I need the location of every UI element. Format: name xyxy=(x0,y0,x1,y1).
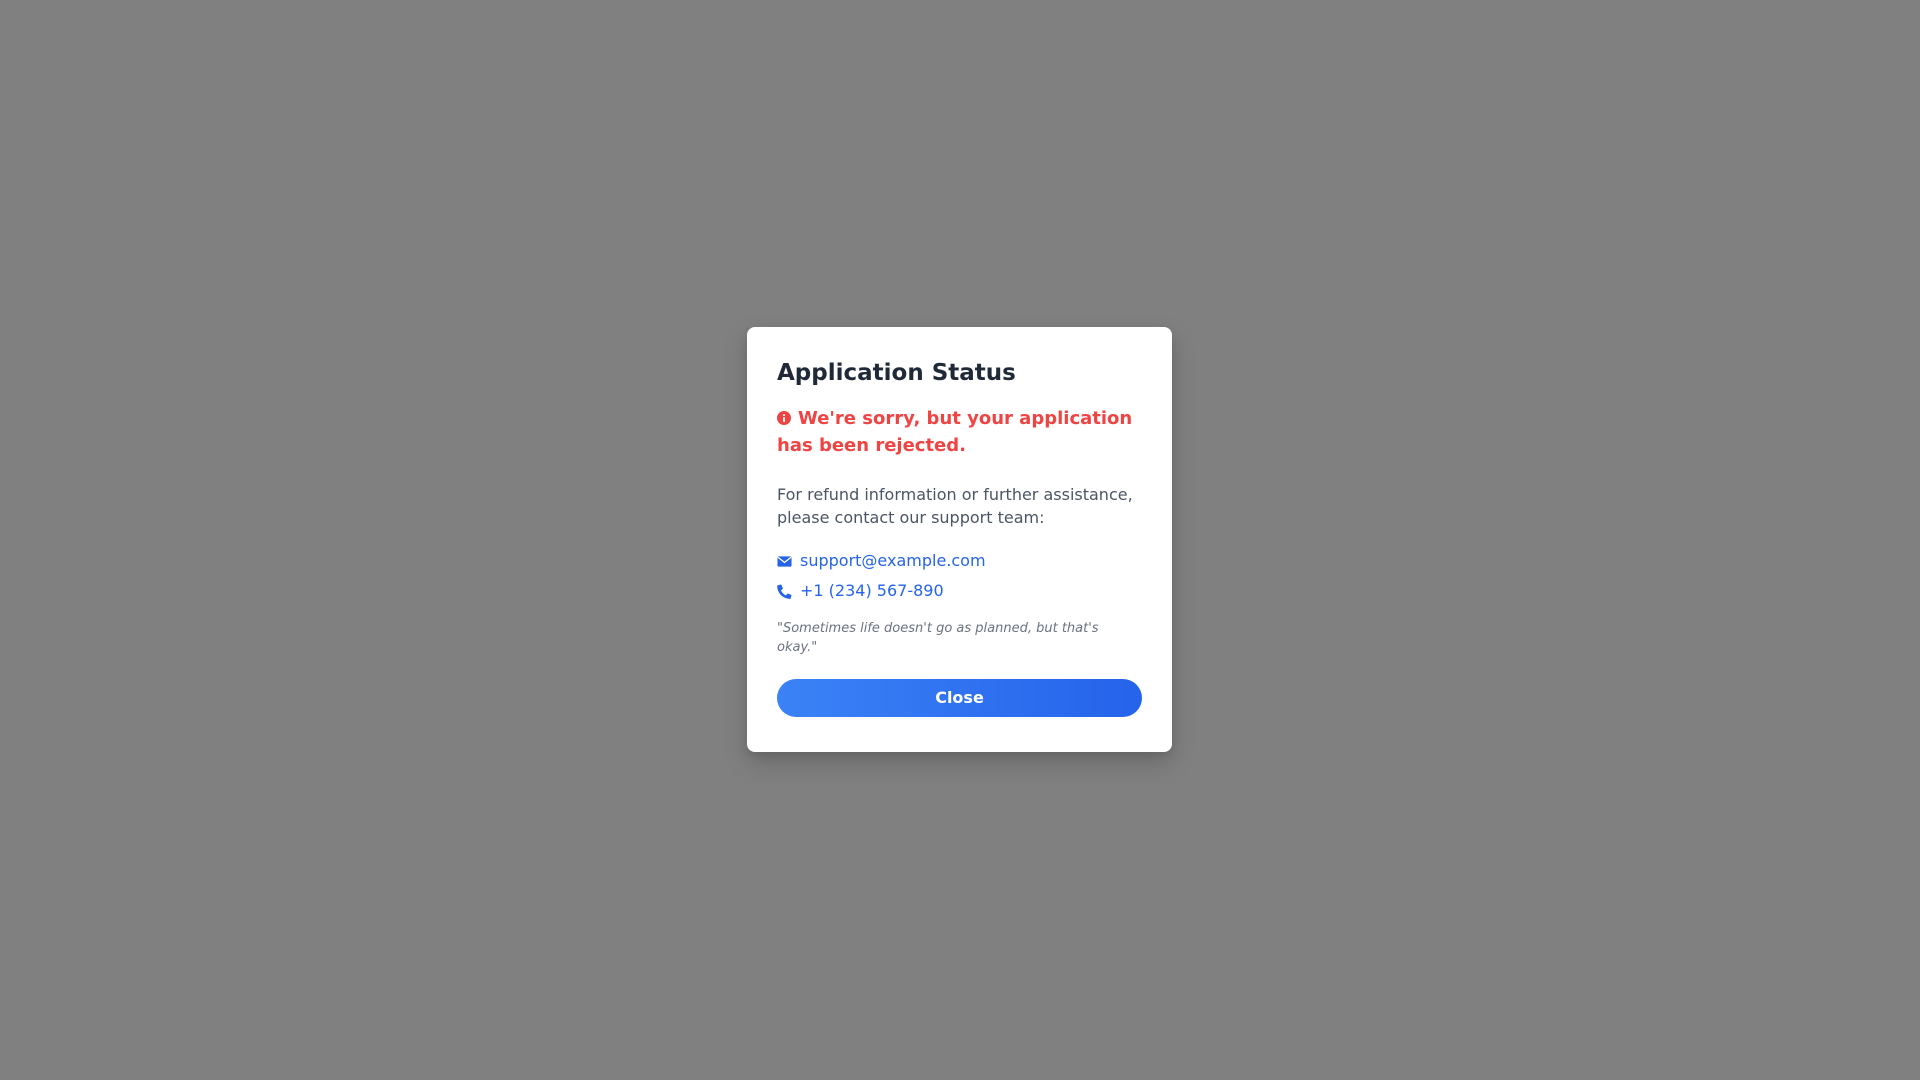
phone-icon xyxy=(777,584,792,599)
info-circle-icon xyxy=(777,411,791,425)
encouragement-quote: "Sometimes life doesn't go as planned, b… xyxy=(777,621,1099,655)
close-button[interactable]: Close xyxy=(777,679,1142,717)
phone-contact: +1 (234) 567-890 xyxy=(777,580,1142,602)
contact-list: support@example.com +1 (234) 567-890 xyxy=(777,550,1142,602)
support-phone-link[interactable]: +1 (234) 567-890 xyxy=(800,580,944,602)
dialog-title: Application Status xyxy=(777,360,1016,386)
email-contact: support@example.com xyxy=(777,550,1142,572)
envelope-icon xyxy=(777,555,792,567)
rejection-message-text: We're sorry, but your application has be… xyxy=(777,408,1133,456)
rejection-message: We're sorry, but your application has be… xyxy=(777,405,1142,459)
application-status-dialog: Application Status We're sorry, but your… xyxy=(747,327,1172,752)
assistance-text: For refund information or further assist… xyxy=(777,485,1133,527)
support-email-link[interactable]: support@example.com xyxy=(800,550,986,572)
